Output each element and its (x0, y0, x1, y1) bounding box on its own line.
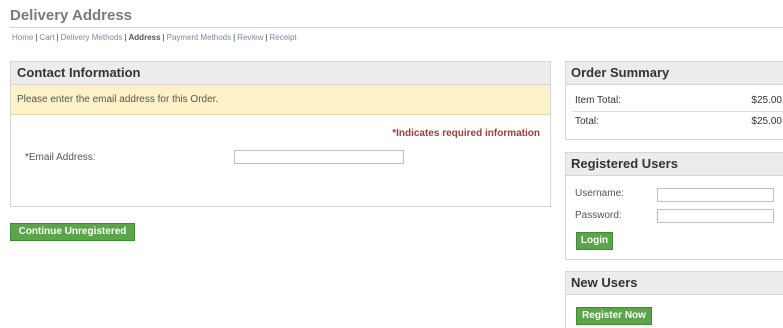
item-total-row: Item Total: $25.00 (575, 95, 783, 106)
email-notice: Please enter the email address for this … (11, 85, 550, 115)
breadcrumb-home[interactable]: Home (12, 33, 33, 42)
breadcrumb-separator: | (162, 33, 165, 42)
breadcrumb-separator: | (265, 33, 268, 42)
breadcrumb-separator: | (233, 33, 236, 42)
username-label: Username: (575, 188, 624, 199)
contact-information-panel: Contact Information Please enter the ema… (10, 61, 551, 207)
order-summary-panel: Order Summary Item Total: $25.00 Total: … (565, 61, 783, 140)
total-value: $25.00 (751, 116, 782, 127)
page-title: Delivery Address (10, 7, 133, 24)
breadcrumb-delivery-methods[interactable]: Delivery Methods (61, 33, 123, 42)
total-label: Total: (575, 116, 599, 127)
total-row: Total: $25.00 (575, 116, 783, 127)
registered-users-panel: Registered Users Username: Password: Log… (565, 152, 783, 260)
password-field[interactable] (657, 209, 774, 223)
username-field[interactable] (657, 188, 774, 202)
required-info-note: *Indicates required information (392, 128, 540, 139)
continue-unregistered-button[interactable]: Continue Unregistered (10, 223, 135, 241)
breadcrumb-separator: | (56, 33, 59, 42)
breadcrumb-address: Address (128, 33, 161, 42)
email-field[interactable] (234, 150, 404, 164)
breadcrumb-separator: | (35, 33, 38, 42)
register-now-button[interactable]: Register Now (576, 307, 652, 325)
contact-information-header: Contact Information (11, 62, 550, 85)
email-label: *Email Address: (25, 152, 96, 163)
summary-divider (572, 111, 783, 112)
password-label: Password: (575, 210, 622, 221)
registered-users-header: Registered Users (566, 153, 783, 176)
new-users-header: New Users (566, 272, 783, 295)
breadcrumb: Home | Cart | Delivery Methods | Address | Payme… (12, 33, 297, 42)
breadcrumb-cart[interactable]: Cart (39, 33, 54, 42)
order-summary-header: Order Summary (566, 62, 783, 85)
breadcrumb-receipt[interactable]: Receipt (269, 33, 296, 42)
item-total-value: $25.00 (751, 95, 782, 106)
item-total-label: Item Total: (575, 95, 621, 106)
breadcrumb-review[interactable]: Review (237, 33, 263, 42)
breadcrumb-payment-methods[interactable]: Payment Methods (167, 33, 231, 42)
title-divider (10, 27, 783, 28)
login-button[interactable]: Login (576, 232, 613, 250)
breadcrumb-separator: | (124, 33, 127, 42)
new-users-panel: New Users Register Now (565, 271, 783, 328)
